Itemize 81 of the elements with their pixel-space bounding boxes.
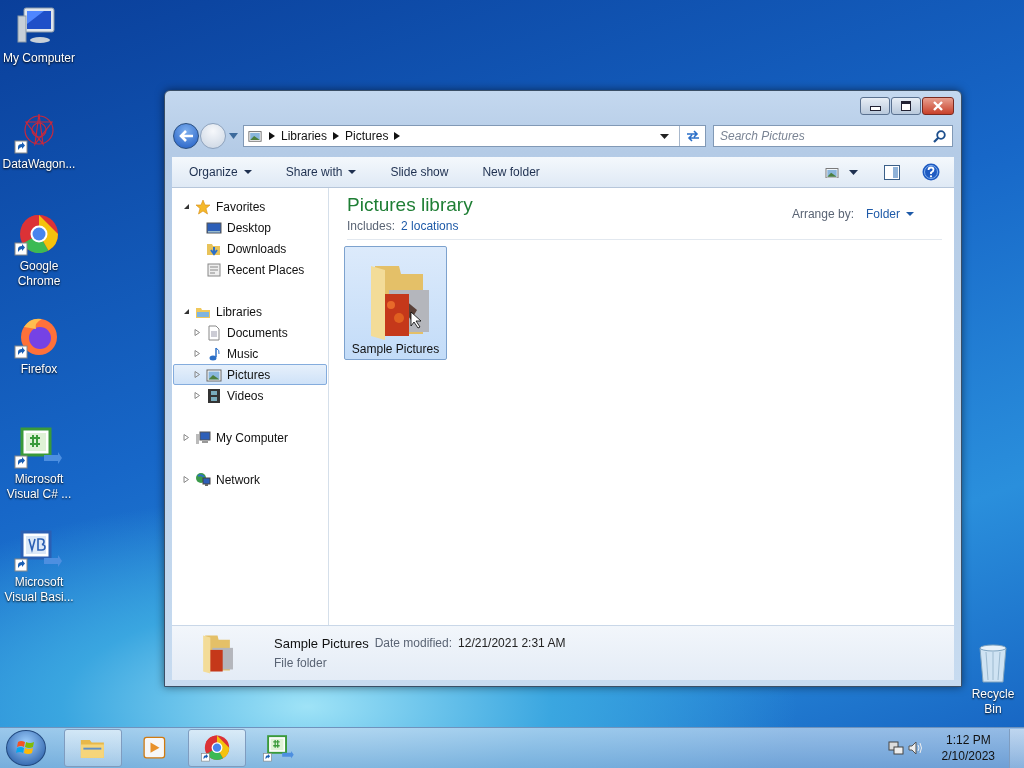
desktop-icon-label[interactable]: Microsoft Visual C# ... — [0, 472, 78, 502]
toolbar-button[interactable]: Organize — [182, 161, 259, 183]
arrange-by-label: Arrange by: — [791, 207, 854, 221]
back-button[interactable] — [173, 123, 199, 149]
date-modified-value: 12/21/2021 2:31 AM — [458, 636, 566, 651]
dropdown-arrow-icon[interactable] — [849, 169, 858, 175]
maximize-button[interactable] — [891, 97, 921, 115]
caret-icon[interactable] — [906, 212, 914, 216]
library-title: Pictures library — [347, 194, 473, 216]
address-bar[interactable]: Libraries Pictures — [243, 125, 706, 147]
breadcrumb-arrow-icon[interactable] — [333, 132, 340, 140]
breadcrumb-arrow-icon[interactable] — [269, 132, 275, 140]
csharp-icon[interactable] — [263, 733, 295, 763]
history-dropdown-icon[interactable] — [229, 133, 238, 139]
desktop-icon-label[interactable]: DataWagon... — [2, 157, 76, 172]
desktop-icon — [206, 219, 222, 236]
toolbar-button[interactable]: Share with — [278, 161, 364, 183]
pictures-icon — [247, 129, 263, 143]
toolbar-button[interactable]: Slide show — [383, 161, 456, 183]
file-type: File folder — [274, 656, 328, 670]
nav-item[interactable]: Music — [173, 343, 327, 364]
nav-item[interactable]: Desktop — [173, 217, 327, 238]
speaker-icon[interactable] — [907, 740, 924, 756]
breadcrumb[interactable]: Libraries — [281, 129, 328, 143]
expanded-arrow-icon[interactable] — [183, 308, 190, 315]
collapsed-arrow-icon[interactable] — [194, 329, 201, 336]
help-icon[interactable] — [922, 163, 940, 181]
nav-item[interactable]: Favorites — [173, 196, 327, 217]
pictures-icon — [206, 366, 222, 383]
arrange-dropdown[interactable]: Folder — [862, 205, 918, 223]
chrome-taskbar-button[interactable] — [188, 729, 246, 767]
breadcrumb[interactable]: Pictures — [345, 129, 389, 143]
folder-item[interactable]: Sample Pictures — [344, 246, 447, 360]
nav-item[interactable]: Libraries — [173, 301, 327, 322]
csharp-icon[interactable] — [14, 425, 64, 470]
search-icon[interactable] — [933, 130, 946, 143]
collapsed-arrow-icon[interactable] — [183, 434, 190, 441]
caret-icon[interactable] — [348, 170, 357, 174]
toolbar-button[interactable]: New folder — [475, 161, 547, 183]
computer-icon — [195, 429, 211, 446]
nav-item[interactable]: Pictures — [173, 364, 327, 385]
nav-item[interactable]: My Computer — [173, 427, 327, 448]
preview-pane-icon[interactable] — [884, 164, 900, 180]
refresh-icon[interactable] — [684, 129, 701, 143]
includes-label: Includes: — [347, 219, 396, 233]
file-name: Sample Pictures — [274, 636, 369, 651]
documents-icon — [206, 324, 222, 341]
dropdown-arrow-icon[interactable] — [660, 133, 669, 139]
nav-item[interactable]: Videos — [173, 385, 327, 406]
videos-icon — [206, 387, 222, 404]
view-options-button[interactable] — [825, 166, 839, 178]
desktop-icon-label[interactable]: Microsoft Visual Basi... — [0, 575, 78, 605]
close-icon[interactable] — [932, 101, 944, 111]
collapsed-arrow-icon[interactable] — [194, 371, 201, 378]
nav-item[interactable]: Documents — [173, 322, 327, 343]
collapsed-arrow-icon[interactable] — [194, 392, 201, 399]
back-arrow-icon[interactable] — [178, 129, 194, 143]
start-button[interactable] — [6, 730, 46, 766]
desktop-icon-label[interactable]: Firefox — [20, 362, 58, 377]
date-modified-label: Date modified: — [374, 636, 453, 651]
desktop-icon-label[interactable]: My Computer — [3, 51, 75, 66]
nav-item[interactable]: Network — [173, 469, 327, 490]
expanded-arrow-icon[interactable] — [183, 203, 190, 210]
nav-item[interactable]: Downloads — [173, 238, 327, 259]
star-icon — [195, 198, 211, 215]
minimize-button[interactable] — [860, 97, 890, 115]
collapsed-arrow-icon[interactable] — [194, 350, 201, 357]
recent-icon — [206, 261, 222, 278]
network-icon — [195, 471, 211, 488]
clock[interactable]: 1:12 PM 2/10/2023 — [941, 732, 995, 764]
locations-link[interactable]: 2 locations — [401, 219, 459, 233]
close-button[interactable] — [922, 97, 954, 115]
vb-icon[interactable] — [14, 528, 64, 573]
breadcrumb-arrow-icon[interactable] — [394, 132, 401, 140]
network-tray-icon[interactable] — [887, 740, 904, 756]
caret-icon[interactable] — [243, 170, 252, 174]
collapsed-arrow-icon[interactable] — [183, 476, 190, 483]
search-field[interactable]: Search Pictures — [713, 125, 953, 147]
nav-item[interactable]: Recent Places — [173, 259, 327, 280]
desktop-icon-label[interactable]: Recycle Bin — [962, 687, 1024, 717]
desktop-icon-label[interactable]: Google Chrome — [0, 259, 78, 289]
